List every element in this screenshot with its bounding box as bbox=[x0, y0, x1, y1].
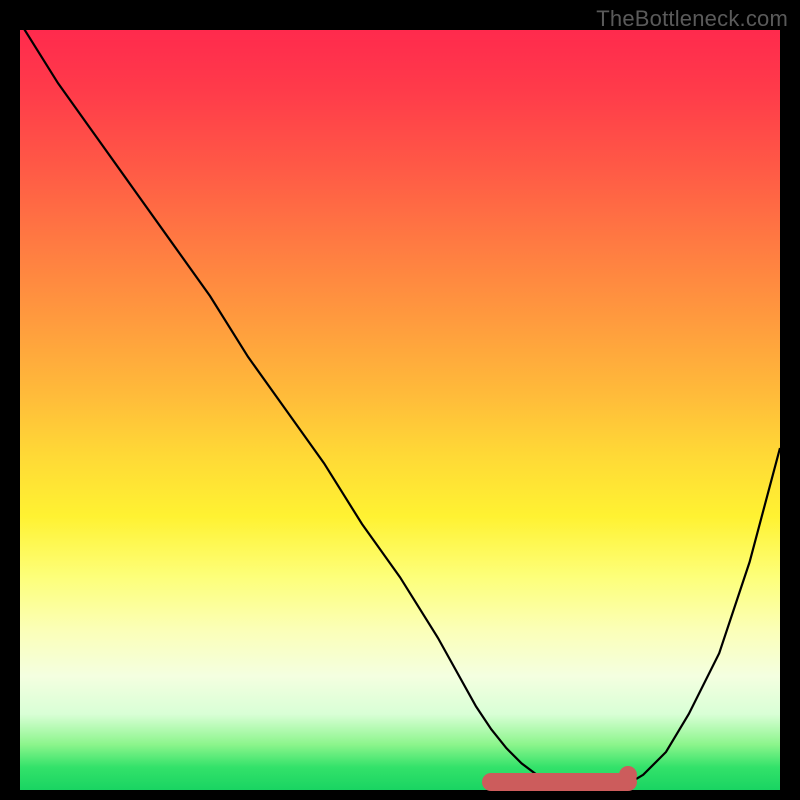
attribution-text: TheBottleneck.com bbox=[596, 6, 788, 32]
chart-plot-area bbox=[20, 30, 780, 790]
optimal-point-dot bbox=[619, 766, 637, 784]
optimal-range-marker bbox=[482, 773, 637, 791]
bottleneck-curve bbox=[20, 30, 780, 790]
